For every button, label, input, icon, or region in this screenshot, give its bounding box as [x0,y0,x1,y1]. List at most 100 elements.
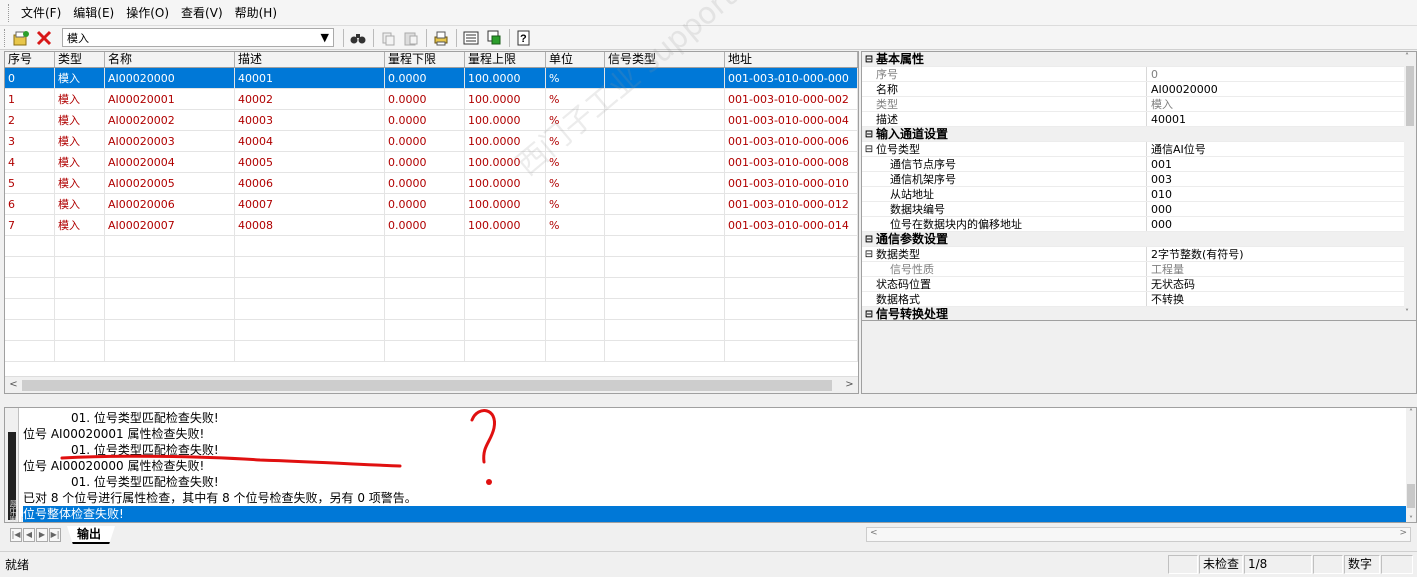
help-icon[interactable]: ? [513,28,535,48]
property-vscroll-thumb[interactable] [1406,66,1414,126]
table-row[interactable]: 2 模入 AI00020002 40003 0.0000 100.0000% 001-003… [5,110,858,131]
cell-address[interactable]: 001-003-010-000-002 [725,89,858,109]
cell-type[interactable]: 模入 [55,131,105,151]
cell-unit[interactable]: % [546,152,605,172]
property-value[interactable]: 40001 [1146,112,1416,126]
cell-signal-type[interactable] [605,152,725,172]
property-row[interactable]: 位号在数据块内的偏移地址 000 [862,217,1416,232]
cell-index[interactable]: 6 [5,194,55,214]
property-value[interactable]: 0 [1146,67,1416,81]
col-header-signal-type[interactable]: 信号类型 [605,52,725,67]
output-line[interactable]: 位号 AI00020001 属性检查失败! [23,426,1409,442]
col-header-address[interactable]: 地址 [725,52,858,67]
delete-icon[interactable] [33,28,55,48]
property-section[interactable]: ⊟ 通信参数设置 [862,232,1416,247]
cell-signal-type[interactable] [605,110,725,130]
col-header-unit[interactable]: 单位 [546,52,605,67]
property-value[interactable]: AI00020000 [1146,82,1416,96]
property-value[interactable]: 000 [1146,217,1416,231]
cell-type[interactable]: 模入 [55,152,105,172]
cell-range-low[interactable]: 0.0000 [385,131,465,151]
tab-last-icon[interactable]: ▶| [49,528,61,542]
col-header-index[interactable]: 序号 [5,52,55,67]
cell-desc[interactable]: 40005 [235,152,385,172]
grid-hscroll-thumb[interactable] [22,380,832,391]
cell-desc[interactable]: 40007 [235,194,385,214]
collapse-icon[interactable]: ⊟ [862,127,876,141]
cell-range-low[interactable]: 0.0000 [385,110,465,130]
col-header-desc[interactable]: 描述 [235,52,385,67]
table-row[interactable]: 6 模入 AI00020006 40007 0.0000 100.0000% 001-003… [5,194,858,215]
property-row[interactable]: 通信节点序号 001 [862,157,1416,172]
table-row[interactable]: 5 模入 AI00020005 40006 0.0000 100.0000% 001-003… [5,173,858,194]
cell-range-high[interactable]: 100.0000 [465,68,546,88]
property-row[interactable]: ⊟ 数据类型 2字节整数(有符号) [862,247,1416,262]
cell-name[interactable]: AI00020005 [105,173,235,193]
collapse-icon[interactable]: ⊟ [862,142,876,156]
property-row[interactable]: 数据块编号 000 [862,202,1416,217]
tab-first-icon[interactable]: |◀ [10,528,22,542]
cell-index[interactable]: 2 [5,110,55,130]
cell-type[interactable]: 模入 [55,68,105,88]
cell-unit[interactable]: % [546,215,605,235]
cell-address[interactable]: 001-003-010-000-000 [725,68,858,88]
cell-index[interactable]: 1 [5,89,55,109]
cell-signal-type[interactable] [605,89,725,109]
grid-hscrollbar[interactable]: < > [5,376,858,393]
property-value[interactable]: 2字节整数(有符号) [1146,247,1416,261]
cell-type[interactable]: 模入 [55,110,105,130]
cell-unit[interactable]: % [546,89,605,109]
property-value[interactable]: 工程量 [1146,262,1416,276]
menu-operate[interactable]: 操作(O) [120,2,175,24]
cell-desc[interactable]: 40002 [235,89,385,109]
table-row[interactable]: 4 模入 AI00020004 40005 0.0000 100.0000% 001-003… [5,152,858,173]
property-row[interactable]: ⊟ 位号类型 通信AI位号 [862,142,1416,157]
property-value[interactable]: 无状态码 [1146,277,1416,291]
print-icon[interactable] [430,28,452,48]
cell-range-high[interactable]: 100.0000 [465,173,546,193]
output-side-grip[interactable]: 输出窗口 [5,408,29,522]
property-value[interactable]: 001 [1146,157,1416,171]
cell-desc[interactable]: 40008 [235,215,385,235]
scroll-right-icon[interactable]: > [1399,528,1407,538]
cell-type[interactable]: 模入 [55,173,105,193]
property-vscrollbar[interactable]: ˄ ˅ [1404,52,1416,317]
cell-range-high[interactable]: 100.0000 [465,194,546,214]
output-vscrollbar[interactable]: ˄ ˅ [1406,408,1416,522]
col-header-range-low[interactable]: 量程下限 [385,52,465,67]
collapse-icon[interactable]: ⊟ [862,307,876,321]
cell-desc[interactable]: 40006 [235,173,385,193]
scroll-up-icon[interactable]: ˄ [1405,52,1409,61]
tab-output[interactable]: 输出 [67,526,116,544]
cell-address[interactable]: 001-003-010-000-014 [725,215,858,235]
property-row[interactable]: 数据格式 不转换 [862,292,1416,307]
scroll-left-icon[interactable]: < [5,377,22,393]
cell-name[interactable]: AI00020007 [105,215,235,235]
cell-unit[interactable]: % [546,110,605,130]
scroll-up-icon[interactable]: ˄ [1406,408,1416,417]
cell-range-low[interactable]: 0.0000 [385,173,465,193]
cell-range-low[interactable]: 0.0000 [385,68,465,88]
cell-index[interactable]: 3 [5,131,55,151]
property-value[interactable]: 010 [1146,187,1416,201]
export-icon[interactable] [483,28,505,48]
table-row[interactable]: 1 模入 AI00020001 40002 0.0000 100.0000% 001-003… [5,89,858,110]
cell-index[interactable]: 7 [5,215,55,235]
collapse-icon[interactable]: ⊟ [862,52,876,66]
collapse-icon[interactable]: ⊟ [862,247,876,261]
menu-edit[interactable]: 编辑(E) [67,2,120,24]
cell-range-low[interactable]: 0.0000 [385,89,465,109]
cell-unit[interactable]: % [546,131,605,151]
property-row[interactable]: 描述 40001 [862,112,1416,127]
col-header-range-high[interactable]: 量程上限 [465,52,546,67]
property-row[interactable]: 通信机架序号 003 [862,172,1416,187]
cell-range-low[interactable]: 0.0000 [385,215,465,235]
output-vscroll-thumb[interactable] [1407,484,1415,508]
collapse-icon[interactable]: ⊟ [862,232,876,246]
cell-range-high[interactable]: 100.0000 [465,152,546,172]
cell-name[interactable]: AI00020002 [105,110,235,130]
tag-grid[interactable]: 序号 类型 名称 描述 量程下限 量程上限 单位 信号类型 地址 0 模入 AI00… [4,51,859,394]
cell-signal-type[interactable] [605,68,725,88]
output-line[interactable]: 01. 位号类型匹配检查失败! [23,474,1409,490]
cell-type[interactable]: 模入 [55,89,105,109]
